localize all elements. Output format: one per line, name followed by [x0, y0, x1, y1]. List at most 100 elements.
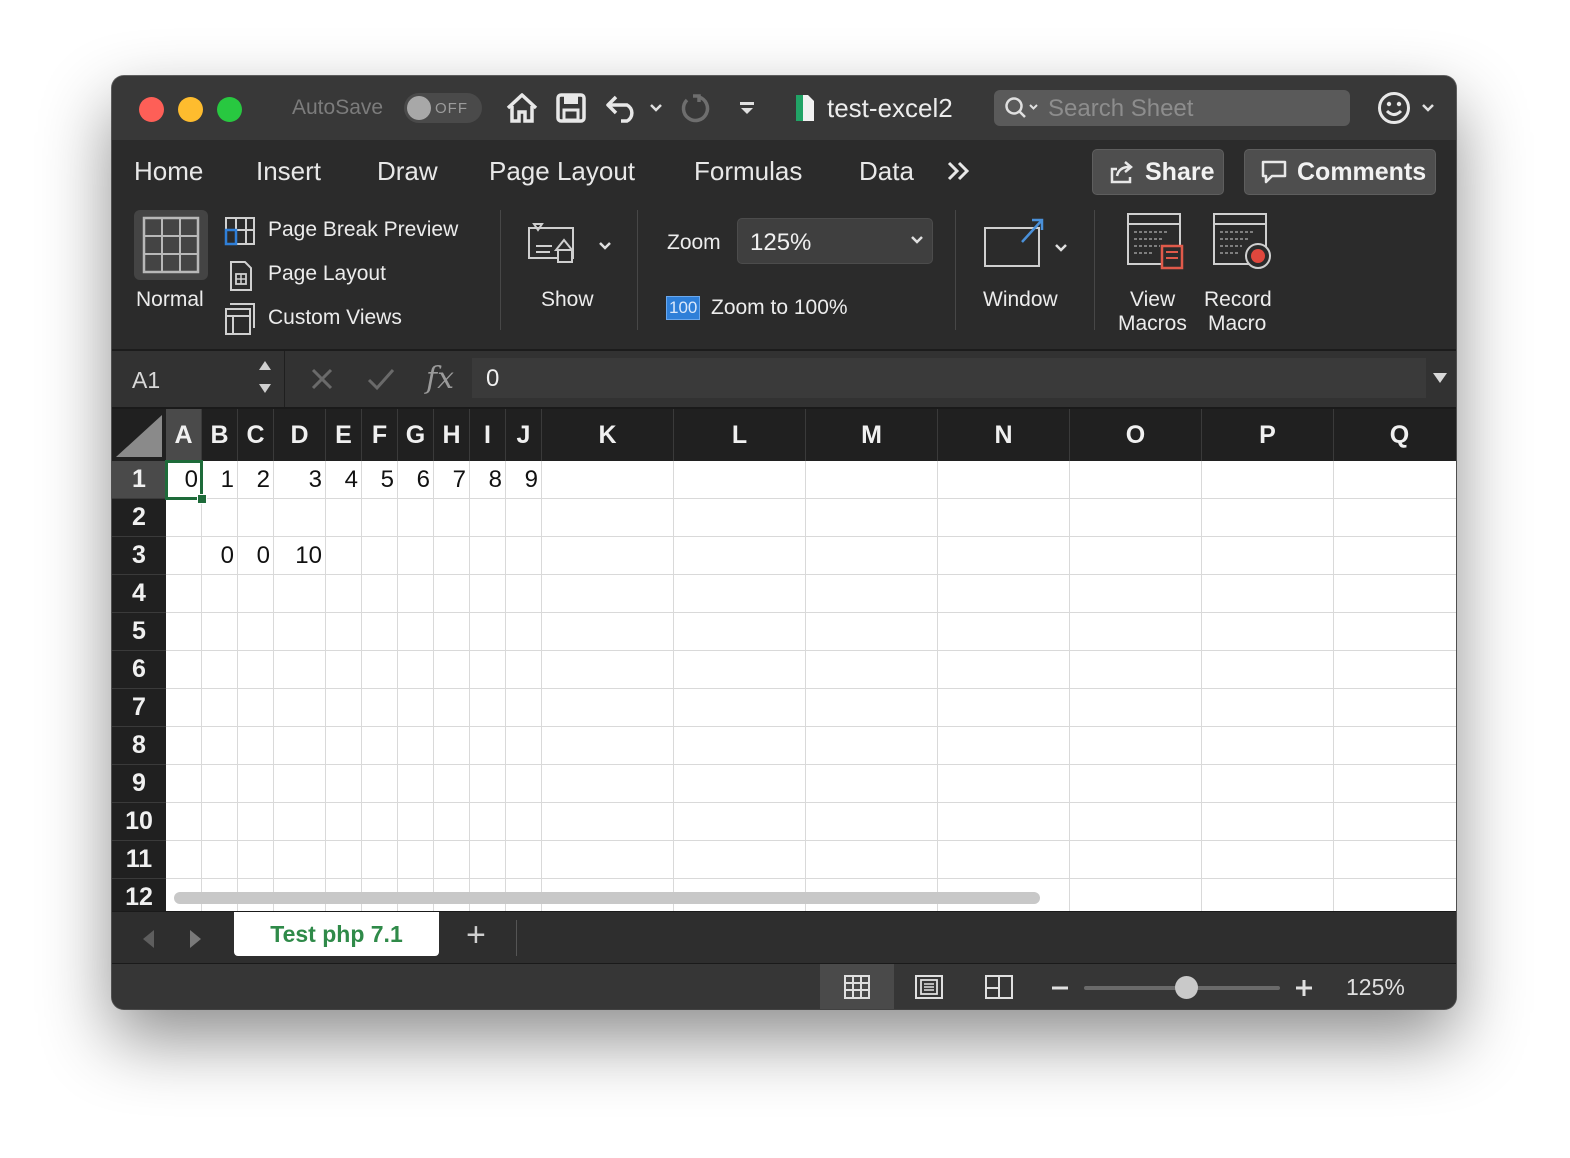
tab-draw[interactable]: Draw — [377, 156, 438, 187]
horizontal-scrollbar[interactable] — [174, 892, 1040, 904]
maximize-window-button[interactable] — [217, 97, 242, 122]
column-header-h[interactable]: H — [434, 409, 470, 461]
confirm-entry-icon[interactable] — [366, 367, 396, 396]
customize-toolbar-icon[interactable] — [736, 90, 758, 126]
document-title: test-excel2 — [827, 93, 953, 123]
zoom-out-icon[interactable] — [1050, 978, 1070, 1003]
row-header-10[interactable]: 10 — [112, 803, 166, 841]
page-layout-view-button[interactable]: Page Layout — [268, 262, 386, 286]
tab-formulas[interactable]: Formulas — [694, 156, 802, 187]
normal-view-button[interactable] — [134, 210, 208, 280]
row-header-6[interactable]: 6 — [112, 651, 166, 689]
expand-formula-bar-icon[interactable] — [1432, 371, 1448, 390]
previous-sheet-arrow-icon[interactable] — [140, 928, 158, 955]
redo-icon[interactable] — [678, 90, 712, 126]
cell-j1[interactable]: 9 — [506, 461, 542, 499]
comments-button[interactable]: Comments — [1244, 149, 1436, 195]
page-break-preview-button[interactable]: Page Break Preview — [268, 218, 458, 242]
name-box-stepper-icon[interactable] — [256, 357, 274, 402]
column-header-a[interactable]: A — [166, 409, 202, 461]
column-header-o[interactable]: O — [1070, 409, 1202, 461]
cell-e1[interactable]: 4 — [326, 461, 362, 499]
column-header-l[interactable]: L — [674, 409, 806, 461]
show-options-icon[interactable] — [526, 220, 588, 275]
cell-c1[interactable]: 2 — [238, 461, 274, 499]
show-dropdown-chevron-icon[interactable] — [598, 238, 612, 256]
zoom-to-100-button[interactable]: Zoom to 100% — [711, 296, 848, 320]
row-header-1[interactable]: 1 — [112, 461, 166, 499]
row-header-11[interactable]: 11 — [112, 841, 166, 879]
row-header-9[interactable]: 9 — [112, 765, 166, 803]
search-sheet-input[interactable]: Search Sheet — [994, 90, 1350, 126]
cell-b1[interactable]: 1 — [202, 461, 238, 499]
zoom-in-icon[interactable] — [1294, 978, 1314, 1003]
row-header-4[interactable]: 4 — [112, 575, 166, 613]
tab-home[interactable]: Home — [134, 156, 203, 187]
worksheet-grid[interactable]: A B C D E F G H I J K L M N O P Q 1 2 3 4 5 6 7 8 9 10 11 12 0 1 2 3 4 5 6 7… — [112, 409, 1456, 911]
tab-page-layout[interactable]: Page Layout — [489, 156, 635, 187]
sheet-tab-label: Test php 7.1 — [270, 920, 403, 947]
page-break-status-button[interactable] — [968, 964, 1030, 1009]
zoom-slider-handle[interactable] — [1174, 976, 1198, 999]
column-header-d[interactable]: D — [274, 409, 326, 461]
column-header-p[interactable]: P — [1202, 409, 1334, 461]
fill-handle[interactable] — [197, 494, 207, 504]
row-header-2[interactable]: 2 — [112, 499, 166, 537]
page-layout-view-icon — [915, 975, 943, 999]
home-icon[interactable] — [504, 90, 540, 126]
cell-g1[interactable]: 6 — [398, 461, 434, 499]
row-header-8[interactable]: 8 — [112, 727, 166, 765]
cell-c3[interactable]: 0 — [238, 537, 274, 575]
save-icon[interactable] — [554, 90, 588, 126]
row-header-5[interactable]: 5 — [112, 613, 166, 651]
feedback-dropdown-chevron-icon[interactable] — [1420, 90, 1436, 126]
insert-function-icon[interactable]: fx — [426, 361, 454, 396]
cancel-entry-icon[interactable] — [310, 367, 334, 396]
column-header-n[interactable]: N — [938, 409, 1070, 461]
next-sheet-arrow-icon[interactable] — [186, 928, 204, 955]
cell-f1[interactable]: 5 — [362, 461, 398, 499]
smiley-feedback-icon[interactable] — [1376, 90, 1412, 126]
cell-d1[interactable]: 3 — [274, 461, 326, 499]
column-header-q[interactable]: Q — [1334, 409, 1456, 461]
more-tabs-chevron-icon[interactable] — [946, 160, 972, 187]
view-macros-button[interactable]: View Macros — [1114, 212, 1194, 335]
sheet-tab-test-php-7-1[interactable]: Test php 7.1 — [234, 912, 439, 956]
window-icon[interactable] — [982, 216, 1046, 275]
cell-i1[interactable]: 8 — [470, 461, 506, 499]
column-header-c[interactable]: C — [238, 409, 274, 461]
column-header-j[interactable]: J — [506, 409, 542, 461]
column-header-b[interactable]: B — [202, 409, 238, 461]
custom-views-button[interactable]: Custom Views — [268, 306, 402, 330]
cell-h1[interactable]: 7 — [434, 461, 470, 499]
minimize-window-button[interactable] — [178, 97, 203, 122]
name-box[interactable]: A1 — [132, 367, 160, 394]
column-header-k[interactable]: K — [542, 409, 674, 461]
zoom-percentage[interactable]: 125% — [1346, 974, 1405, 1001]
column-header-i[interactable]: I — [470, 409, 506, 461]
window-dropdown-chevron-icon[interactable] — [1054, 240, 1068, 258]
undo-dropdown-chevron-icon[interactable] — [648, 90, 664, 126]
column-header-e[interactable]: E — [326, 409, 362, 461]
row-header-7[interactable]: 7 — [112, 689, 166, 727]
page-layout-status-button[interactable] — [898, 964, 960, 1009]
tab-insert[interactable]: Insert — [256, 156, 321, 187]
normal-view-status-button[interactable] — [820, 964, 894, 1009]
cell-d3[interactable]: 10 — [274, 537, 326, 575]
row-header-3[interactable]: 3 — [112, 537, 166, 575]
zoom-select[interactable]: 125% — [737, 218, 933, 264]
select-all-corner[interactable] — [112, 409, 166, 461]
add-sheet-button[interactable]: + — [466, 916, 486, 955]
close-window-button[interactable] — [139, 97, 164, 122]
formula-input[interactable]: 0 — [472, 358, 1426, 398]
tab-data[interactable]: Data — [859, 156, 914, 187]
autosave-toggle[interactable]: OFF — [404, 93, 482, 123]
share-button[interactable]: Share — [1092, 149, 1224, 195]
column-header-m[interactable]: M — [806, 409, 938, 461]
undo-icon[interactable] — [604, 90, 640, 126]
record-macro-button[interactable]: Record Macro — [1200, 212, 1284, 335]
row-header-12[interactable]: 12 — [112, 879, 166, 911]
column-header-f[interactable]: F — [362, 409, 398, 461]
column-header-g[interactable]: G — [398, 409, 434, 461]
cell-b3[interactable]: 0 — [202, 537, 238, 575]
